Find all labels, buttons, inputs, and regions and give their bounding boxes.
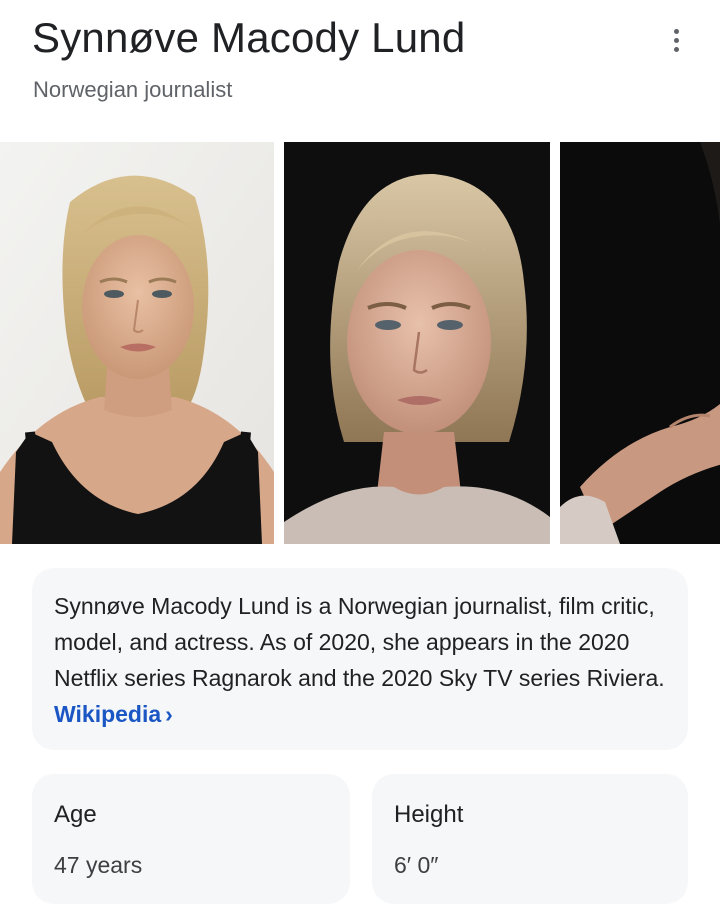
chevron-right-icon: › [165, 701, 173, 727]
more-dot [673, 46, 679, 52]
fact-card-age[interactable]: Age 47 years [32, 774, 350, 904]
wikipedia-link-label: Wikipedia [54, 701, 162, 727]
more-dot [673, 37, 679, 43]
fact-label-age: Age [54, 801, 97, 828]
more-options-icon[interactable] [656, 20, 696, 60]
fact-card-height[interactable]: Height 6′ 0″ [372, 774, 688, 904]
fact-value-height: 6′ 0″ [394, 852, 439, 878]
description-text-block: Synnøve Macody Lund is a Norwegian journ… [54, 588, 674, 732]
fact-value-age: 47 years [54, 852, 143, 878]
gallery-image-2[interactable] [284, 142, 550, 544]
description-text: Synnøve Macody Lund is a Norwegian journ… [54, 593, 665, 691]
entity-subtitle: Norwegian journalist [33, 77, 233, 102]
knowledge-panel-header: Synnøve Macody Lund Norwegian journalist [0, 0, 720, 140]
gallery-image-3[interactable] [560, 142, 720, 544]
more-dot [673, 28, 679, 34]
fact-label-height: Height [394, 801, 464, 828]
gallery-image-1[interactable] [0, 142, 274, 544]
wikipedia-link[interactable]: Wikipedia › [54, 701, 173, 727]
entity-title: Synnøve Macody Lund [32, 14, 466, 61]
description-card: Synnøve Macody Lund is a Norwegian journ… [32, 568, 688, 750]
image-gallery[interactable] [0, 142, 720, 544]
